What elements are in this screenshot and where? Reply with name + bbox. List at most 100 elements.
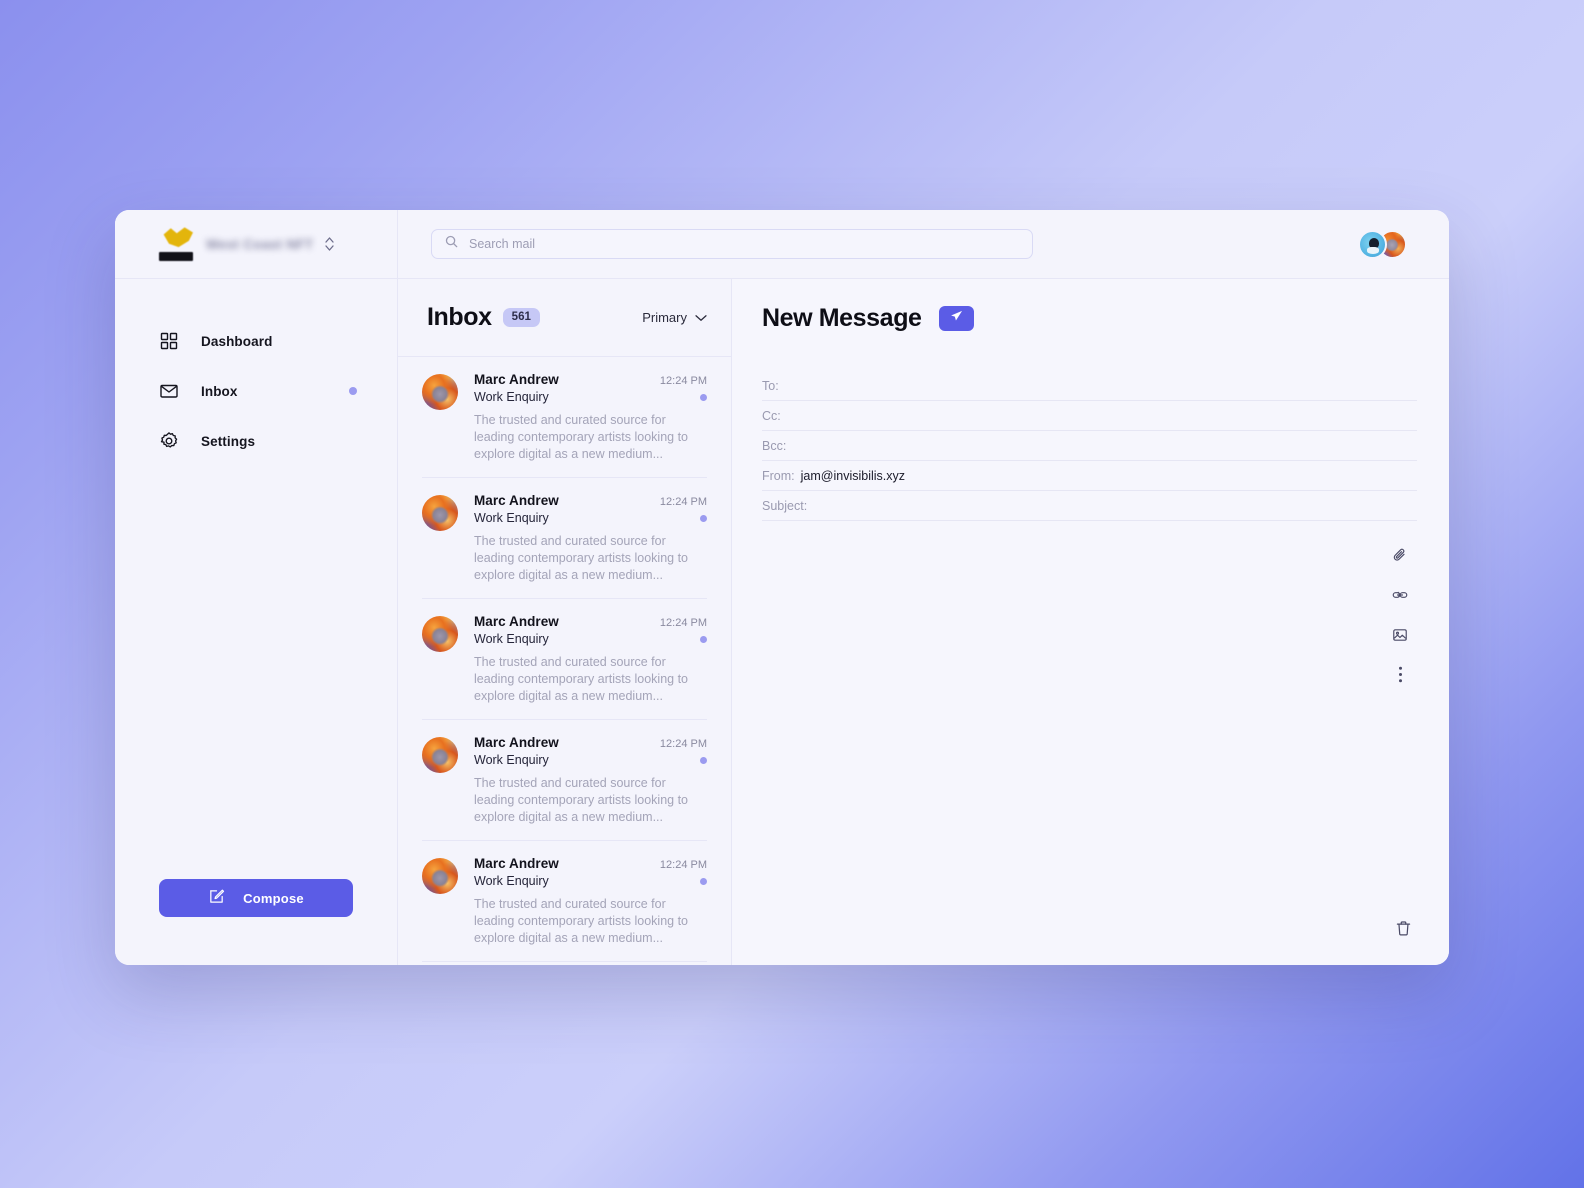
mail-item-top: Marc Andrew 12:24 PM bbox=[474, 372, 707, 387]
mail-preview: The trusted and curated source for leadi… bbox=[474, 897, 689, 945]
gear-icon bbox=[159, 431, 179, 451]
grid-icon bbox=[159, 331, 179, 351]
compose-button-label: Compose bbox=[243, 890, 304, 906]
paper-plane-icon bbox=[950, 310, 963, 326]
mail-subject: Work Enquiry bbox=[474, 511, 549, 525]
mail-item-top: Marc Andrew 12:24 PM bbox=[474, 493, 707, 508]
bcc-field[interactable] bbox=[792, 438, 1417, 453]
mail-subject: Work Enquiry bbox=[474, 390, 549, 404]
avatar bbox=[422, 858, 458, 894]
inbox-category-filter[interactable]: Primary bbox=[642, 310, 707, 325]
paperclip-icon bbox=[1392, 547, 1408, 566]
field-label: Cc: bbox=[762, 408, 781, 423]
table-row[interactable]: Marc Andrew 12:24 PM Work Enquiry The tr… bbox=[422, 357, 707, 478]
mail-item-top: Marc Andrew 12:24 PM bbox=[474, 614, 707, 629]
compose-footer bbox=[762, 895, 1417, 965]
sidebar-item-settings[interactable]: Settings bbox=[115, 416, 397, 466]
table-row[interactable]: Marc Andrew 12:24 PM Work Enquiry The tr… bbox=[422, 720, 707, 841]
to-field[interactable] bbox=[784, 378, 1417, 393]
field-bcc[interactable]: Bcc: bbox=[762, 431, 1417, 461]
attach-file-button[interactable] bbox=[1389, 545, 1411, 567]
table-row[interactable]: Marc Andrew 12:24 PM Work Enquiry The tr… bbox=[422, 599, 707, 720]
mail-sender: Marc Andrew bbox=[474, 856, 559, 871]
mail-item-mid: Work Enquiry bbox=[474, 511, 707, 525]
table-row[interactable]: Marc Andrew 12:24 PM Work Enquiry The tr… bbox=[422, 478, 707, 599]
mail-time: 12:24 PM bbox=[659, 617, 707, 629]
mail-item-mid: Work Enquiry bbox=[474, 390, 707, 404]
nft-bird-logo-icon bbox=[159, 227, 197, 261]
unread-dot bbox=[700, 393, 707, 401]
unread-dot bbox=[700, 756, 707, 764]
compose-button[interactable]: Compose bbox=[159, 879, 353, 917]
compose-panel: New Message To: Cc: Bcc: From: jam@invis… bbox=[732, 279, 1449, 965]
sidebar-item-label: Settings bbox=[201, 433, 256, 449]
mail-sender: Marc Andrew bbox=[474, 372, 559, 387]
mail-item-mid: Work Enquiry bbox=[474, 632, 707, 646]
mail-time: 12:24 PM bbox=[659, 738, 707, 750]
trash-icon bbox=[1395, 920, 1412, 940]
compose-fields: To: Cc: Bcc: From: jam@invisibilis.xyz S… bbox=[762, 357, 1417, 521]
mail-app-window: West Coast NFT Search mail Dashboard Inb… bbox=[115, 210, 1449, 965]
mail-preview: The trusted and curated source for leadi… bbox=[474, 534, 689, 582]
field-subject[interactable]: Subject: bbox=[762, 491, 1417, 521]
mail-sender: Marc Andrew bbox=[474, 493, 559, 508]
field-from[interactable]: From: jam@invisibilis.xyz bbox=[762, 461, 1417, 491]
mail-item-body: Marc Andrew 12:24 PM Work Enquiry The tr… bbox=[474, 735, 707, 826]
sidebar-item-dashboard[interactable]: Dashboard bbox=[115, 316, 397, 366]
sidebar-item-label: Dashboard bbox=[201, 333, 273, 349]
image-icon bbox=[1392, 627, 1408, 646]
from-value: jam@invisibilis.xyz bbox=[800, 468, 906, 483]
cc-field[interactable] bbox=[786, 408, 1417, 423]
more-vertical-icon bbox=[1398, 666, 1403, 686]
field-to[interactable]: To: bbox=[762, 371, 1417, 401]
avatar bbox=[422, 374, 458, 410]
field-label: Subject: bbox=[762, 498, 808, 513]
mail-sender: Marc Andrew bbox=[474, 735, 559, 750]
search-area bbox=[398, 229, 1329, 259]
chevron-up-down-icon bbox=[324, 235, 335, 253]
mail-item-top: Marc Andrew 12:24 PM bbox=[474, 856, 707, 871]
avatar bbox=[422, 616, 458, 652]
discard-draft-button[interactable] bbox=[1391, 918, 1415, 942]
avatar bbox=[422, 495, 458, 531]
field-label: Bcc: bbox=[762, 438, 787, 453]
avatar-blue-nft[interactable] bbox=[1358, 229, 1387, 259]
table-row[interactable]: Marc Andrew 12:24 PM Work Enquiry The tr… bbox=[422, 841, 707, 962]
mail-time: 12:24 PM bbox=[659, 375, 707, 387]
field-cc[interactable]: Cc: bbox=[762, 401, 1417, 431]
mail-list-panel: Inbox 561 Primary Marc Andrew 12:24 PM W… bbox=[398, 279, 732, 965]
mail-item-mid: Work Enquiry bbox=[474, 874, 707, 888]
message-body-editor[interactable] bbox=[762, 521, 1383, 895]
mail-preview: The trusted and curated source for leadi… bbox=[474, 655, 689, 703]
field-label: To: bbox=[762, 378, 779, 393]
sidebar-item-label: Inbox bbox=[201, 383, 238, 399]
sidebar-item-inbox[interactable]: Inbox bbox=[115, 366, 397, 416]
table-row[interactable]: Marc Andrew 12:24 PM Work Enquiry The tr… bbox=[422, 962, 707, 965]
compose-main bbox=[762, 521, 1417, 895]
link-icon bbox=[1392, 587, 1408, 606]
app-body: Dashboard Inbox Settings Compose Inbox 5… bbox=[115, 279, 1449, 965]
inbox-unread-badge bbox=[349, 387, 357, 395]
insert-link-button[interactable] bbox=[1389, 585, 1411, 607]
insert-image-button[interactable] bbox=[1389, 625, 1411, 647]
page-title: Inbox bbox=[427, 303, 492, 331]
mail-item-body: Marc Andrew 12:24 PM Work Enquiry The tr… bbox=[474, 372, 707, 463]
unread-dot bbox=[700, 635, 707, 643]
search-input[interactable] bbox=[469, 237, 1019, 251]
subject-field[interactable] bbox=[813, 498, 1417, 513]
search-box[interactable] bbox=[431, 229, 1033, 259]
mail-list-scroll[interactable]: Marc Andrew 12:24 PM Work Enquiry The tr… bbox=[398, 357, 731, 965]
more-options-button[interactable] bbox=[1389, 665, 1411, 687]
compose-toolbar bbox=[1383, 521, 1417, 895]
workspace-switcher[interactable]: West Coast NFT bbox=[115, 210, 398, 278]
mail-item-top: Marc Andrew 12:24 PM bbox=[474, 735, 707, 750]
compose-title: New Message bbox=[762, 303, 922, 332]
pencil-square-icon bbox=[208, 888, 225, 908]
avatar-group[interactable] bbox=[1358, 229, 1407, 259]
mail-sender: Marc Andrew bbox=[474, 614, 559, 629]
send-button[interactable] bbox=[938, 305, 974, 331]
envelope-icon bbox=[159, 381, 179, 401]
account-area bbox=[1329, 229, 1449, 259]
unread-dot bbox=[700, 877, 707, 885]
